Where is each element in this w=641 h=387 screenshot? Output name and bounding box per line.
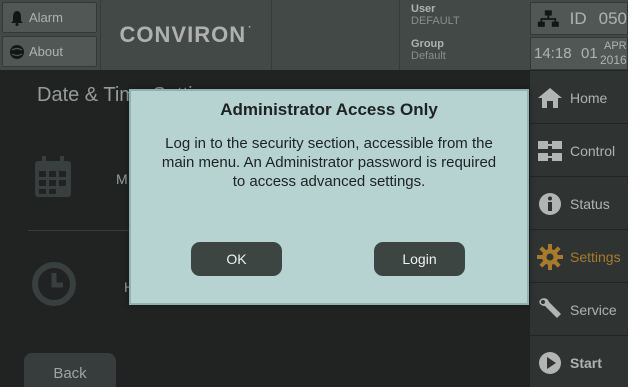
login-button[interactable]: Login xyxy=(374,242,465,276)
admin-access-dialog: Administrator Access Only Log in to the … xyxy=(129,89,529,305)
app-screen: Alarm About CONVIRON · User DEFAULT Grou… xyxy=(0,0,628,387)
dialog-title: Administrator Access Only xyxy=(220,100,438,119)
ok-label: OK xyxy=(226,251,247,267)
login-label: Login xyxy=(402,251,437,267)
ok-button[interactable]: OK xyxy=(191,242,282,276)
dialog-message: Log in to the security section, accessib… xyxy=(161,135,497,190)
